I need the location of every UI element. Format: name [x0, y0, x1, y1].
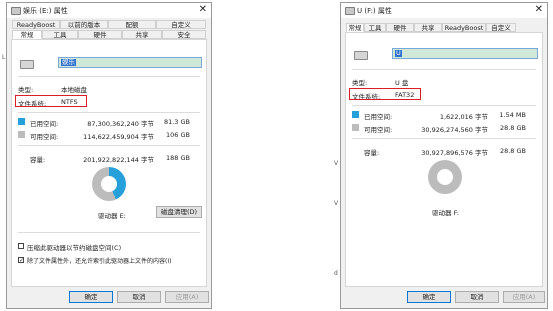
- drive-icon: [345, 7, 355, 15]
- tab-sharing[interactable]: 共享: [122, 30, 162, 39]
- highlight-box: [349, 88, 421, 100]
- tab-customize[interactable]: 自定义: [156, 20, 206, 29]
- highlight-box: [15, 95, 87, 107]
- drive-icon: [11, 7, 21, 15]
- tab-tools[interactable]: 工具: [42, 30, 78, 39]
- drive-name-value: 娱乐: [61, 58, 76, 66]
- tab-hardware[interactable]: 硬件: [386, 23, 414, 32]
- dialog-title: U (F:) 属性: [357, 7, 392, 15]
- usb-drive-icon: [354, 51, 368, 60]
- close-icon[interactable]: ✕: [199, 4, 207, 15]
- tab-general[interactable]: 常规: [346, 23, 364, 32]
- apply-button[interactable]: 应用(A): [503, 291, 545, 303]
- used-space-swatch: [18, 118, 25, 125]
- divider: [18, 232, 200, 233]
- drive-name-input[interactable]: U: [392, 48, 538, 59]
- usb-drive-icon: [20, 60, 34, 69]
- type-label: 类型:: [18, 86, 34, 94]
- drive-name-value: U: [395, 49, 402, 57]
- free-space-size: 106 GB: [166, 131, 190, 139]
- tab-hardware[interactable]: 硬件: [78, 30, 122, 39]
- capacity-size: 188 GB: [166, 154, 190, 162]
- used-space-swatch: [352, 111, 359, 118]
- close-icon[interactable]: ✕: [535, 4, 543, 15]
- tab-previous-versions[interactable]: 以前的版本: [60, 20, 108, 29]
- free-space-label: 可用空间:: [30, 133, 59, 141]
- type-label: 类型:: [352, 79, 368, 87]
- title-bar: 娱乐 (E:) 属性 ✕: [7, 3, 211, 18]
- capacity-label: 容量:: [364, 149, 380, 157]
- tab-tools[interactable]: 工具: [364, 23, 386, 32]
- drive-letter-label: 驱动器 E:: [98, 212, 126, 220]
- properties-dialog-e: 娱乐 (E:) 属性 ✕ ReadyBoost 以前的版本 配额 自定义 常规 …: [6, 2, 212, 309]
- used-space-size: 81.3 GB: [163, 118, 190, 126]
- dialog-title: 娱乐 (E:) 属性: [23, 7, 68, 15]
- properties-dialog-f: U (F:) 属性 ✕ 常规 工具 硬件 共享 ReadyBoost 自定义 U…: [340, 2, 548, 309]
- background-fragment: V: [334, 160, 339, 167]
- index-checkbox[interactable]: ✓: [18, 257, 24, 264]
- compress-label: 压缩此驱动器以节约磁盘空间(C): [27, 244, 122, 252]
- usage-donut-chart: [428, 160, 462, 194]
- title-bar: U (F:) 属性 ✕: [341, 3, 547, 18]
- tab-quota[interactable]: 配额: [108, 20, 156, 29]
- used-space-label: 已用空间:: [364, 113, 393, 121]
- disk-cleanup-button[interactable]: 磁盘清理(D): [156, 206, 202, 218]
- tab-readyboost[interactable]: ReadyBoost: [442, 23, 486, 32]
- free-space-bytes: 114,622,459,904 字节: [83, 133, 154, 141]
- drive-name-input[interactable]: 娱乐: [58, 57, 202, 68]
- used-space-bytes: 87,300,362,240 字节: [87, 120, 154, 128]
- tab-row-bottom: 常规 工具 硬件 共享 安全: [10, 30, 208, 39]
- tab-row: 常规 工具 硬件 共享 ReadyBoost 自定义: [344, 23, 544, 32]
- apply-button[interactable]: 应用(A): [165, 291, 209, 303]
- general-panel: U 类型: U 盘 文件系统: FAT32 已用空间: 1,622,016 字节…: [345, 32, 543, 287]
- index-label: 除了文件属性外，还允许索引此驱动器上文件的内容(I): [27, 258, 172, 265]
- divider: [352, 138, 536, 139]
- drive-letter-label: 驱动器 F:: [432, 209, 459, 217]
- type-value: 本地磁盘: [61, 86, 87, 94]
- used-space-bytes: 1,622,016 字节: [439, 113, 488, 121]
- background-fragment: L: [2, 54, 6, 61]
- divider: [18, 145, 200, 146]
- capacity-size: 28.8 GB: [499, 147, 526, 155]
- free-space-swatch: [352, 124, 359, 131]
- capacity-bytes: 201,922,822,144 字节: [83, 156, 154, 164]
- used-space-label: 已用空间:: [30, 120, 59, 128]
- capacity-label: 容量:: [30, 156, 46, 164]
- divider: [352, 105, 536, 106]
- compress-checkbox[interactable]: [18, 243, 24, 249]
- tab-customize[interactable]: 自定义: [486, 23, 516, 32]
- tab-row-top: ReadyBoost 以前的版本 配额 自定义: [10, 20, 208, 29]
- tab-readyboost[interactable]: ReadyBoost: [12, 20, 60, 29]
- tab-sharing[interactable]: 共享: [414, 23, 442, 32]
- free-space-swatch: [18, 131, 25, 138]
- free-space-label: 可用空间:: [364, 126, 393, 134]
- free-space-size: 28.8 GB: [499, 124, 526, 132]
- background-fragment: d: [334, 270, 338, 277]
- background-fragment: V: [334, 200, 339, 207]
- ok-button[interactable]: 确定: [69, 291, 113, 303]
- tab-security[interactable]: 安全: [162, 30, 206, 39]
- divider: [18, 76, 200, 77]
- used-space-size: 1.54 MB: [499, 111, 526, 119]
- usage-donut-chart: [92, 167, 126, 201]
- general-panel: 娱乐 类型: 本地磁盘 文件系统: NTFS 已用空间: 87,300,362,…: [11, 39, 207, 287]
- ok-button[interactable]: 确定: [407, 291, 451, 303]
- cancel-button[interactable]: 取消: [455, 291, 499, 303]
- divider: [352, 69, 536, 70]
- free-space-bytes: 30,926,274,560 字节: [421, 126, 488, 134]
- capacity-bytes: 30,927,896,576 字节: [421, 149, 488, 157]
- type-value: U 盘: [395, 79, 409, 87]
- tab-general[interactable]: 常规: [12, 30, 42, 39]
- divider: [18, 112, 200, 113]
- cancel-button[interactable]: 取消: [117, 291, 161, 303]
